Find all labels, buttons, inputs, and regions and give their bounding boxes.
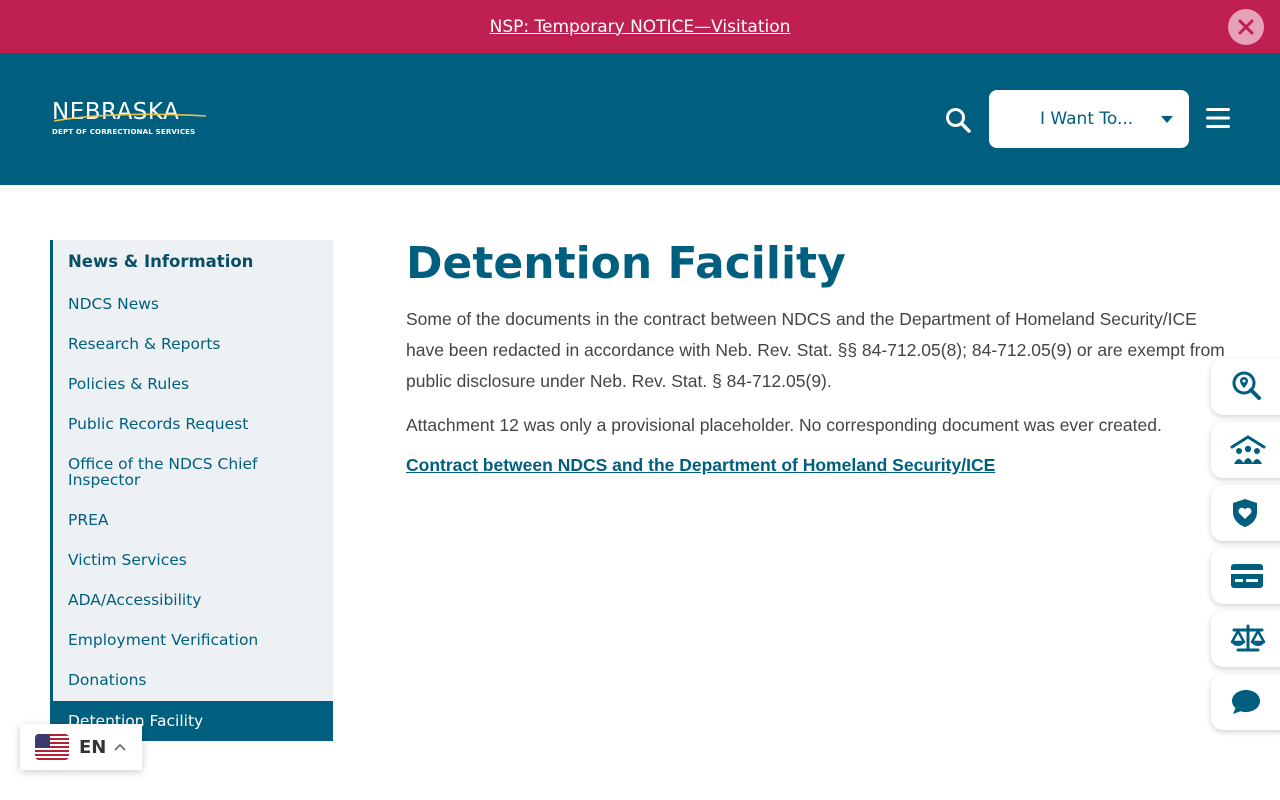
scales-icon	[1230, 624, 1266, 652]
sidebar-item-public-records[interactable]: Public Records Request	[68, 416, 318, 432]
quick-link-visitation[interactable]	[1211, 422, 1280, 478]
sidebar-item-prea[interactable]: PREA	[68, 512, 318, 528]
sidebar-item-employment-verification[interactable]: Employment Verification	[68, 632, 318, 648]
i-want-to-dropdown[interactable]: I Want To...	[989, 90, 1189, 148]
attachment-paragraph: Attachment 12 was only a provisional pla…	[406, 415, 1162, 435]
alert-bar: NSP: Temporary NOTICE—Visitation	[0, 0, 1280, 53]
sidebar-title[interactable]: News & Information	[68, 252, 253, 271]
sidebar-item-ndcs-news[interactable]: NDCS News	[68, 296, 318, 312]
sidebar-item-donations[interactable]: Donations	[68, 672, 318, 688]
sidebar-item-research-reports[interactable]: Research & Reports	[68, 336, 318, 352]
redaction-paragraph: Some of the documents in the contract be…	[406, 309, 1225, 391]
quick-link-legal[interactable]	[1211, 611, 1280, 667]
logo-subtitle: DEPT OF CORRECTIONAL SERVICES	[52, 128, 196, 136]
heart-shield-icon	[1233, 499, 1257, 527]
family-visit-icon	[1230, 435, 1266, 464]
caret-down-icon	[1161, 116, 1173, 123]
search-button[interactable]	[944, 106, 974, 136]
quick-link-payments[interactable]	[1211, 548, 1280, 604]
chevron-up-icon	[114, 743, 126, 751]
close-icon	[1238, 19, 1254, 35]
chat-bubble-icon	[1232, 690, 1260, 714]
language-switcher[interactable]: EN	[20, 724, 142, 770]
contract-document-link[interactable]: Contract between NDCS and the Department…	[406, 455, 995, 476]
sidebar-item-chief-inspector[interactable]: Office of the NDCS Chief Inspector	[68, 456, 283, 488]
menu-button[interactable]	[1206, 107, 1232, 131]
site-logo[interactable]: NEBRASKA DEPT OF CORRECTIONAL SERVICES	[52, 99, 212, 143]
sidebar-item-victim-services[interactable]: Victim Services	[68, 552, 318, 568]
payment-card-icon	[1231, 564, 1263, 588]
location-search-icon	[1232, 371, 1261, 400]
us-flag-icon	[35, 734, 69, 760]
search-icon	[946, 108, 971, 133]
alert-link[interactable]: NSP: Temporary NOTICE—Visitation	[490, 17, 791, 37]
section-sidebar: News & Information NDCS News Research & …	[50, 240, 333, 741]
page-title: Detention Facility	[406, 238, 846, 289]
sidebar-item-ada-accessibility[interactable]: ADA/Accessibility	[68, 592, 318, 608]
logo-swoosh-icon	[53, 113, 207, 122]
i-want-to-label: I Want To...	[1040, 109, 1134, 129]
sidebar-item-policies-rules[interactable]: Policies & Rules	[68, 376, 318, 392]
quick-link-safety[interactable]	[1211, 485, 1280, 541]
language-code: EN	[79, 736, 107, 758]
quick-link-locations[interactable]	[1211, 359, 1280, 415]
alert-close-button[interactable]	[1228, 9, 1264, 45]
quick-link-contact[interactable]	[1211, 674, 1280, 730]
main-content: Detention Facility Some of the documents…	[406, 240, 1236, 476]
hamburger-icon	[1206, 108, 1230, 128]
site-header: NEBRASKA DEPT OF CORRECTIONAL SERVICES I…	[0, 53, 1280, 185]
